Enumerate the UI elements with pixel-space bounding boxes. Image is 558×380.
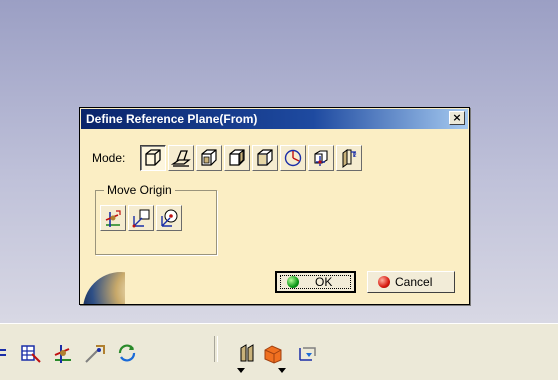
mode-button-through[interactable]: 2	[336, 145, 362, 171]
toolbar-part-icon[interactable]	[238, 342, 260, 364]
mode-button-circle[interactable]	[280, 145, 306, 171]
cancel-label: Cancel	[395, 275, 433, 289]
ok-label: OK	[315, 275, 333, 289]
toolbar-partial-icon	[0, 349, 6, 356]
axis-origin-icon	[105, 210, 121, 227]
mode-button-point[interactable]	[308, 145, 334, 171]
define-reference-plane-dialog: Define Reference Plane(From) × Mode: 2 M…	[79, 107, 470, 305]
toolbar-part-dropdown-icon[interactable]	[237, 368, 245, 373]
toolbar-box-dropdown-icon[interactable]	[278, 368, 286, 373]
toolbar-compass-icon[interactable]	[52, 342, 74, 364]
mode-button-cube[interactable]	[140, 145, 166, 171]
mode-button-normal[interactable]	[252, 145, 278, 171]
plane-parallel-icon	[229, 149, 245, 166]
mode-label: Mode:	[92, 151, 126, 165]
ok-button[interactable]: OK	[275, 271, 356, 293]
bottom-toolbar	[0, 323, 558, 380]
toolbar-measure-icon[interactable]	[297, 342, 319, 364]
mode-button-offset[interactable]	[196, 145, 222, 171]
move-origin-button-point[interactable]	[156, 205, 182, 231]
svg-text:2: 2	[353, 152, 357, 159]
plane-offset-icon	[201, 149, 217, 166]
cancel-red-dot-icon	[378, 276, 390, 288]
toolbar-grid-plane-icon[interactable]	[20, 342, 42, 364]
plane-through-icon: 2	[342, 149, 357, 168]
move-origin-button-axis[interactable]	[100, 205, 126, 231]
plane-circle-icon	[284, 149, 302, 167]
mode-button-parallel[interactable]	[224, 145, 250, 171]
toolbar-refresh-icon[interactable]	[116, 342, 138, 364]
ok-green-dot-icon	[287, 276, 299, 288]
plane-normal-icon	[257, 149, 273, 166]
toolbar-separator	[214, 336, 218, 362]
plane-point-icon	[314, 150, 328, 166]
plane-cube-icon	[145, 149, 161, 166]
cancel-button[interactable]: Cancel	[367, 271, 455, 293]
plane-angle-icon	[171, 150, 191, 167]
mode-button-angle[interactable]	[168, 145, 194, 171]
toolbar-snap-icon[interactable]	[84, 342, 106, 364]
close-button[interactable]: ×	[449, 111, 465, 125]
catia-globe-logo	[81, 258, 125, 304]
move-origin-button-plane[interactable]	[128, 205, 154, 231]
move-origin-group: Move Origin	[95, 183, 217, 255]
move-origin-legend: Move Origin	[104, 183, 175, 197]
dialog-titlebar[interactable]: Define Reference Plane(From) ×	[81, 109, 468, 129]
axis-plane-icon	[132, 209, 150, 228]
dialog-title: Define Reference Plane(From)	[86, 112, 258, 126]
axis-point-icon	[161, 209, 178, 227]
toolbar-box-icon[interactable]	[262, 342, 284, 364]
